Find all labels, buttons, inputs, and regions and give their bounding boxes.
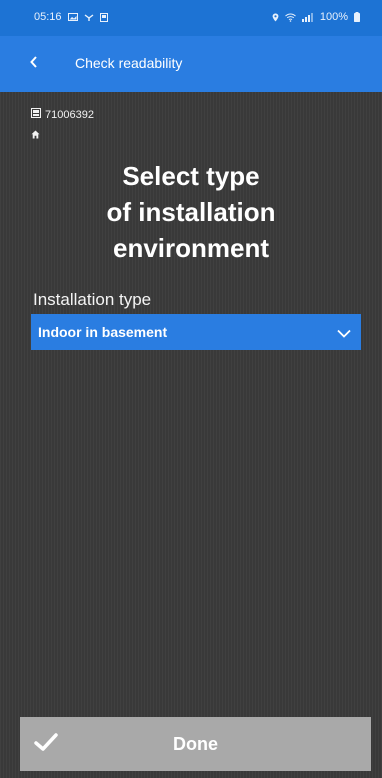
installation-type-select[interactable]: Indoor in basement [31, 314, 361, 350]
installation-type-label: Installation type [33, 290, 152, 309]
app-screen: 05:16 100% Check readability 71006392 Se… [0, 0, 382, 778]
done-button-label: Done [173, 734, 218, 754]
battery-percent: 100% [319, 11, 348, 23]
heading-line-3: environment [112, 233, 270, 263]
done-button[interactable]: Done [20, 717, 371, 771]
signal-icon [301, 12, 314, 22]
heading-line-1: Select type [122, 161, 260, 191]
status-bar: 05:16 100% [0, 0, 382, 36]
notification-icon [99, 12, 108, 22]
installation-type-value: Indoor in basement [38, 324, 168, 340]
status-bar-right: 100% [272, 11, 360, 23]
network-icon [84, 13, 94, 22]
battery-icon [354, 12, 360, 22]
home-icon [31, 126, 40, 144]
wifi-icon [285, 12, 296, 22]
status-time: 05:16 [34, 11, 62, 23]
screen-heading: Select type of installation environment [60, 158, 322, 266]
status-bar-left: 05:16 [34, 11, 108, 23]
location-icon [272, 13, 279, 22]
chevron-down-icon [337, 325, 351, 343]
gallery-icon [67, 13, 78, 21]
meter-info: 71006392 [31, 108, 94, 121]
meter-id: 71006392 [45, 108, 94, 121]
page-title: Check readability [75, 55, 183, 71]
back-button[interactable] [20, 50, 48, 78]
chevron-left-icon [29, 55, 39, 73]
meter-icon [31, 108, 41, 121]
heading-line-2: of installation [106, 197, 276, 227]
app-bar: Check readability [0, 36, 382, 92]
